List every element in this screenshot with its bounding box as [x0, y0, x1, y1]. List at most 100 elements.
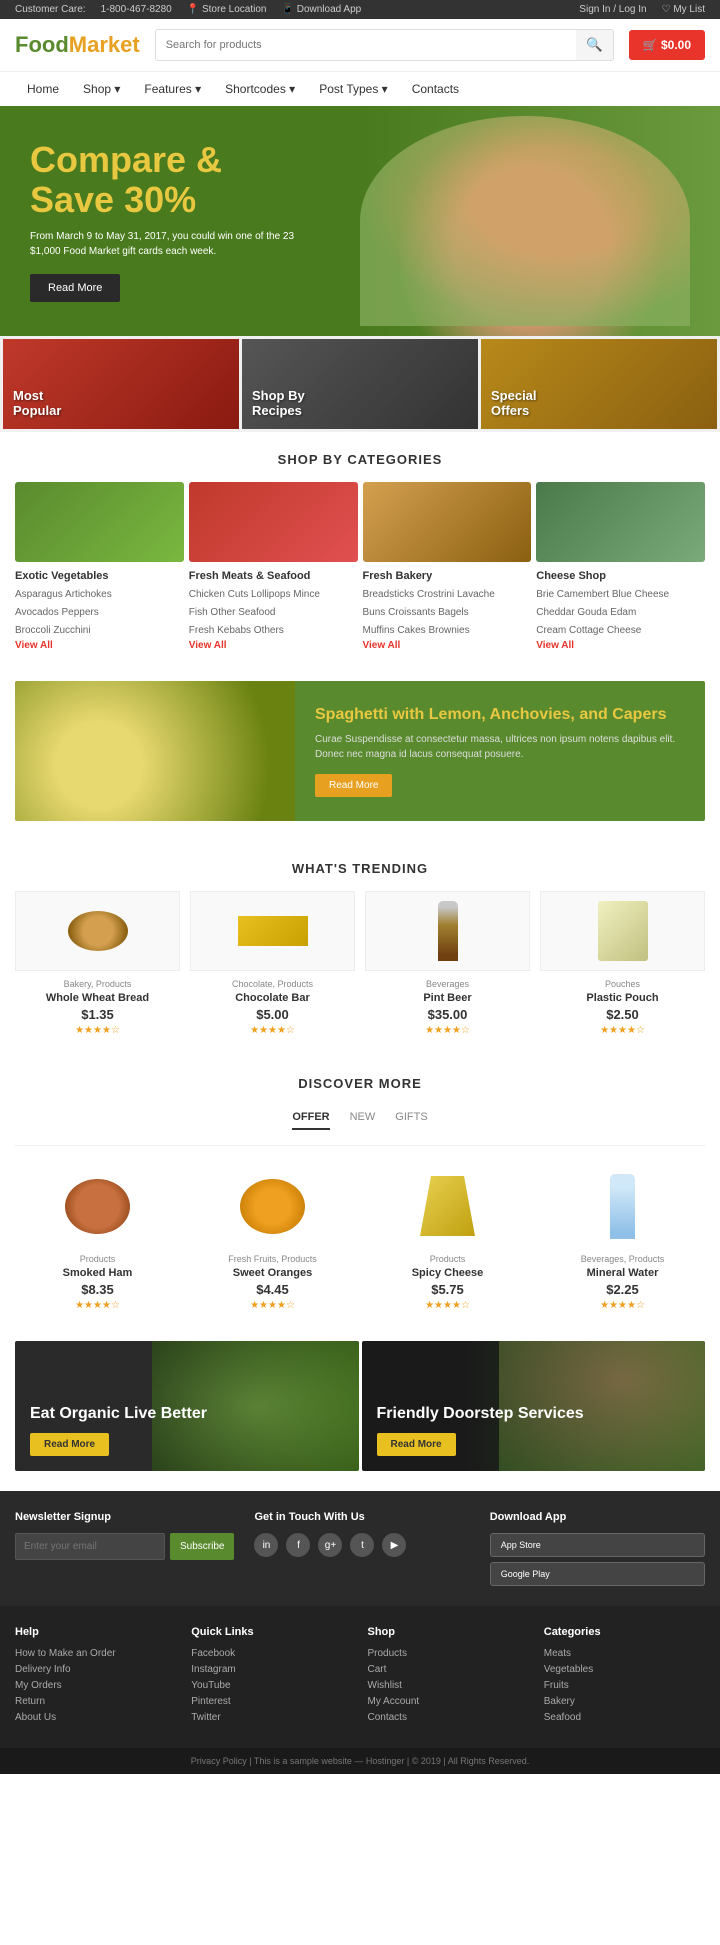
- footer-link-delivery[interactable]: Delivery Info: [15, 1664, 176, 1675]
- sign-in-link[interactable]: Sign In / Log In: [579, 4, 646, 15]
- footer-link-contacts[interactable]: Contacts: [368, 1712, 529, 1723]
- promo-button-organic[interactable]: Read More: [30, 1433, 109, 1456]
- footer-link-wishlist[interactable]: Wishlist: [368, 1680, 529, 1691]
- social-icon-twitter[interactable]: t: [350, 1533, 374, 1557]
- pouch-shape: [598, 901, 648, 961]
- discover-item-water: Beverages, Products Mineral Water $2.25 …: [540, 1166, 705, 1311]
- nav-features[interactable]: Features ▾: [132, 72, 213, 106]
- feature-box-recipes[interactable]: Shop By Recipes: [242, 339, 478, 429]
- category-image-meats[interactable]: [189, 482, 358, 562]
- trending-products: Bakery, Products Whole Wheat Bread $1.35…: [0, 891, 720, 1056]
- phone-link[interactable]: 1-800-467-8280: [101, 4, 172, 15]
- discover-image-ham[interactable]: [15, 1166, 180, 1246]
- discover-name-oranges: Sweet Oranges: [190, 1267, 355, 1279]
- view-all-cheese[interactable]: View All: [536, 640, 705, 651]
- orange-shape: [240, 1179, 305, 1234]
- logo[interactable]: FoodMarket: [15, 32, 140, 58]
- discover-category-oranges: Fresh Fruits, Products: [190, 1254, 355, 1264]
- newsletter-subscribe-button[interactable]: Subscribe: [170, 1533, 234, 1560]
- product-image-bread[interactable]: [15, 891, 180, 971]
- footer-link-products[interactable]: Products: [368, 1648, 529, 1659]
- footer-link-instagram[interactable]: Instagram: [191, 1664, 352, 1675]
- feature-popular-label: Most Popular: [13, 388, 61, 419]
- discover-tabs: OFFER NEW GIFTS: [15, 1106, 705, 1146]
- app-store-button[interactable]: App Store: [490, 1533, 705, 1557]
- discover-image-oranges[interactable]: [190, 1166, 355, 1246]
- nav-shortcodes[interactable]: Shortcodes ▾: [213, 72, 307, 106]
- footer-link-seafood[interactable]: Seafood: [544, 1712, 705, 1723]
- feature-recipes-label: Shop By Recipes: [252, 388, 305, 419]
- discover-stars-cheese: ★★★★☆: [365, 1300, 530, 1311]
- product-image-pouch[interactable]: [540, 891, 705, 971]
- product-price-bread: $1.35: [15, 1007, 180, 1022]
- nav-shop[interactable]: Shop ▾: [71, 72, 132, 106]
- discover-image-water[interactable]: [540, 1166, 705, 1246]
- footer-link-return[interactable]: Return: [15, 1696, 176, 1707]
- footer-link-vegetables[interactable]: Vegetables: [544, 1664, 705, 1675]
- hero-read-more-button[interactable]: Read More: [30, 274, 120, 302]
- view-all-vegetables[interactable]: View All: [15, 640, 184, 651]
- category-links-meats: Chicken Cuts Lollipops Mince Fish Other …: [189, 586, 358, 640]
- footer-link-meats[interactable]: Meats: [544, 1648, 705, 1659]
- product-image-chocolate[interactable]: [190, 891, 355, 971]
- contact-section: Get in Touch With Us in f g+ t ▶: [254, 1511, 469, 1557]
- feature-box-offers[interactable]: Special Offers: [481, 339, 717, 429]
- footer-link-youtube[interactable]: YouTube: [191, 1680, 352, 1691]
- footer-link-cart[interactable]: Cart: [368, 1664, 529, 1675]
- search-input[interactable]: [156, 30, 576, 60]
- store-location-link[interactable]: 📍 Store Location: [187, 4, 267, 15]
- footer-link-order[interactable]: How to Make an Order: [15, 1648, 176, 1659]
- search-button[interactable]: 🔍: [576, 30, 613, 60]
- footer-link-about[interactable]: About Us: [15, 1712, 176, 1723]
- nav-home[interactable]: Home: [15, 72, 71, 106]
- nav-post-types[interactable]: Post Types ▾: [307, 72, 400, 106]
- discover-name-water: Mineral Water: [540, 1267, 705, 1279]
- water-shape: [610, 1174, 635, 1239]
- promo-content-organic: Eat Organic Live Better Read More: [30, 1404, 207, 1456]
- category-image-bakery[interactable]: [363, 482, 532, 562]
- promo-button-doorstep[interactable]: Read More: [377, 1433, 456, 1456]
- discover-image-cheese[interactable]: [365, 1166, 530, 1246]
- feature-box-popular[interactable]: Most Popular: [3, 339, 239, 429]
- footer-link-bakery[interactable]: Bakery: [544, 1696, 705, 1707]
- social-icons: in f g+ t ▶: [254, 1533, 469, 1557]
- footer-link-twitter[interactable]: Twitter: [191, 1712, 352, 1723]
- category-item-cheese: Cheese Shop Brie Camembert Blue Cheese C…: [536, 482, 705, 651]
- category-image-cheese[interactable]: [536, 482, 705, 562]
- nav-contacts[interactable]: Contacts: [400, 72, 471, 106]
- social-icon-linkedin[interactable]: in: [254, 1533, 278, 1557]
- view-all-bakery[interactable]: View All: [363, 640, 532, 651]
- discover-item-cheese: Products Spicy Cheese $5.75 ★★★★☆: [365, 1166, 530, 1311]
- footer-link-pinterest[interactable]: Pinterest: [191, 1696, 352, 1707]
- download-app-link[interactable]: 📱 Download App: [281, 4, 361, 15]
- hero-content: Compare & Save 30% From March 9 to May 3…: [30, 140, 310, 302]
- social-icon-youtube[interactable]: ▶: [382, 1533, 406, 1557]
- footer-links: Help How to Make an Order Delivery Info …: [0, 1606, 720, 1748]
- discover-price-cheese: $5.75: [365, 1282, 530, 1297]
- footer-col-help-title: Help: [15, 1626, 176, 1638]
- product-image-beer[interactable]: [365, 891, 530, 971]
- view-all-meats[interactable]: View All: [189, 640, 358, 651]
- social-icon-facebook[interactable]: f: [286, 1533, 310, 1557]
- tab-offer[interactable]: OFFER: [292, 1111, 329, 1130]
- footer-link-orders[interactable]: My Orders: [15, 1680, 176, 1691]
- tab-gifts[interactable]: GIFTS: [395, 1111, 427, 1130]
- newsletter-input[interactable]: [15, 1533, 165, 1560]
- recipe-read-more-button[interactable]: Read More: [315, 774, 392, 797]
- footer-link-account[interactable]: My Account: [368, 1696, 529, 1707]
- footer-link-fruits[interactable]: Fruits: [544, 1680, 705, 1691]
- beer-shape: [438, 901, 458, 961]
- google-play-button[interactable]: Google Play: [490, 1562, 705, 1586]
- promo-banner-organic: Eat Organic Live Better Read More: [15, 1341, 359, 1471]
- category-image-vegetables[interactable]: [15, 482, 184, 562]
- cart-button[interactable]: 🛒 $0.00: [629, 30, 705, 60]
- footer-link-facebook[interactable]: Facebook: [191, 1648, 352, 1659]
- footer-col-shop-title: Shop: [368, 1626, 529, 1638]
- social-icon-google[interactable]: g+: [318, 1533, 342, 1557]
- recipe-title: Spaghetti with Lemon, Anchovies, and Cap…: [315, 705, 685, 724]
- tab-new[interactable]: NEW: [350, 1111, 376, 1130]
- my-list-link[interactable]: ♡ My List: [662, 4, 705, 15]
- product-price-chocolate: $5.00: [190, 1007, 355, 1022]
- discover-price-ham: $8.35: [15, 1282, 180, 1297]
- product-name-bread: Whole Wheat Bread: [15, 992, 180, 1004]
